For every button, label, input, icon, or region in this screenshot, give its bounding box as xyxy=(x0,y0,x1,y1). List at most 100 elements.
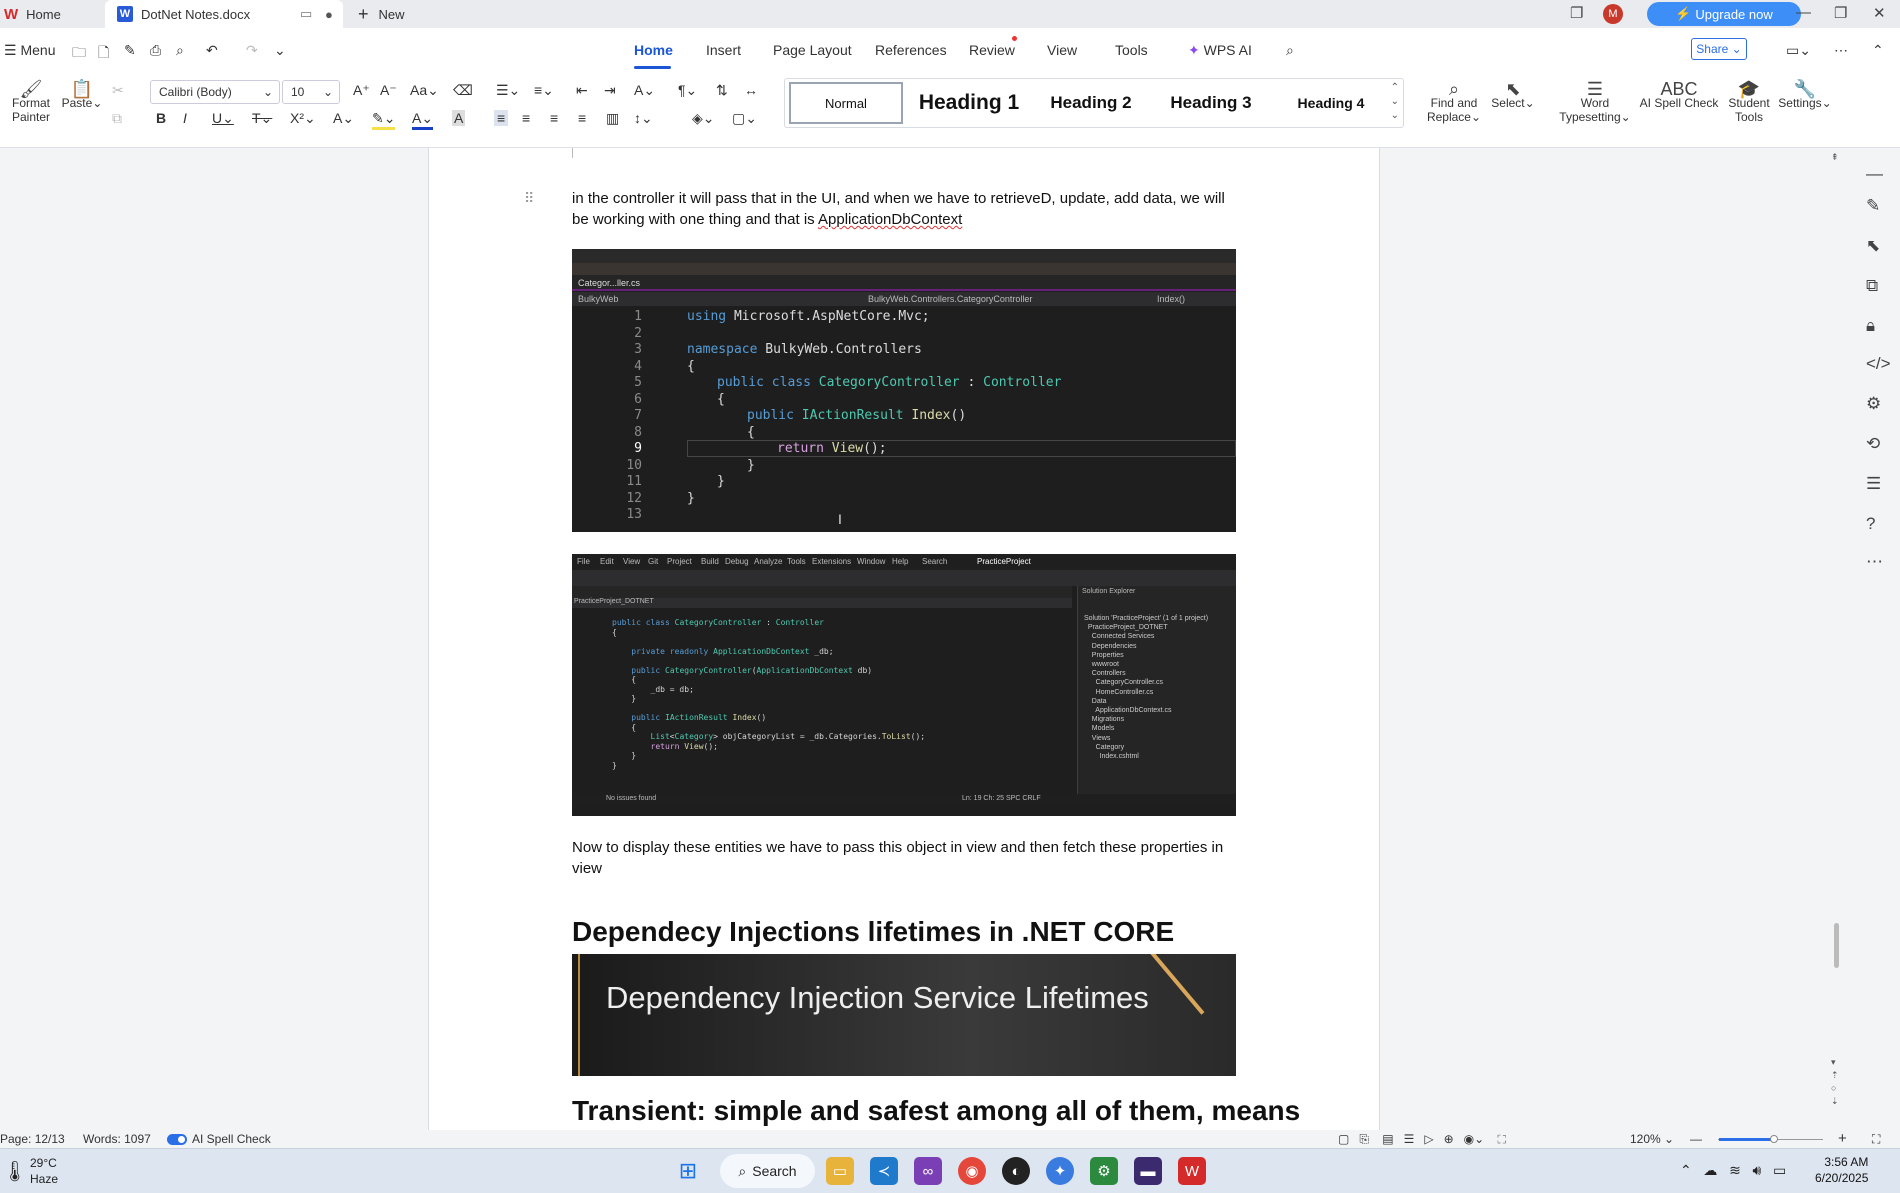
sliders-icon[interactable]: ⚙ xyxy=(1866,394,1881,414)
highlight-icon[interactable]: ✎⌄ xyxy=(372,110,396,130)
student-tools-button[interactable]: 🎓 Student Tools xyxy=(1724,80,1774,124)
tab-page-layout[interactable]: Page Layout xyxy=(773,42,852,58)
minimize-panel-icon[interactable]: — xyxy=(1866,164,1883,184)
strikethrough-icon[interactable]: T⌄ xyxy=(252,110,272,127)
character-shading-icon[interactable]: A xyxy=(452,110,466,126)
tab-new[interactable]: + New xyxy=(354,0,405,28)
help-icon[interactable]: ? xyxy=(1866,514,1875,534)
toggle-switch[interactable] xyxy=(167,1134,187,1146)
word-typesetting-button[interactable]: ☰ Word Typesetting⌄ xyxy=(1558,80,1632,124)
comment-icon[interactable]: ▭⌄ xyxy=(1786,42,1811,59)
line-spacing-icon[interactable]: ↕⌄ xyxy=(634,110,653,127)
weather-widget[interactable]: 29°C Haze xyxy=(30,1155,58,1187)
column-icon[interactable]: ▥ xyxy=(606,110,619,127)
list-icon[interactable]: ☰ xyxy=(1866,474,1881,494)
share-button[interactable]: Share ⌄ xyxy=(1691,38,1747,60)
vscode-icon[interactable]: ≺ xyxy=(870,1157,898,1185)
print-icon[interactable]: ⎙ xyxy=(150,42,161,59)
select-button[interactable]: ⬉ Select⌄ xyxy=(1490,80,1536,110)
code-icon[interactable]: </> xyxy=(1866,354,1891,374)
close-icon[interactable]: ✕ xyxy=(1873,4,1886,22)
view-icons[interactable]: ▢ ⎘ ▤ ☰ ▷ ⊕ ◉⌄ ⛶ xyxy=(1338,1132,1506,1147)
pen-icon[interactable]: ✎ xyxy=(1866,196,1880,216)
paste-button[interactable]: 📋 Paste⌄ xyxy=(60,80,104,110)
numbering-icon[interactable]: ≡⌄ xyxy=(534,82,554,99)
app-icon-4[interactable]: ▬ xyxy=(1134,1157,1162,1185)
code-screenshot-1[interactable]: Categor...ller.cs BulkyWeb BulkyWeb.Cont… xyxy=(572,249,1236,532)
style-heading-3[interactable]: Heading 3 xyxy=(1155,79,1267,127)
visual-studio-icon[interactable]: ∞ xyxy=(914,1157,942,1185)
file-icon[interactable]: 🗋 xyxy=(98,42,109,66)
vertical-scrollbar[interactable]: ⇞ ▾ ⇡ ○ ⇣ xyxy=(1831,148,1843,1118)
more-dots-icon[interactable]: ⋯ xyxy=(1866,552,1883,572)
font-family-select[interactable]: Calibri (Body) ⌄ xyxy=(150,80,280,104)
app-icon[interactable]: ◐ xyxy=(1002,1157,1030,1185)
scroll-top-icon[interactable]: ⇞ xyxy=(1831,152,1839,163)
clear-format-icon[interactable]: ⌫ xyxy=(453,82,473,99)
zoom-slider-thumb[interactable] xyxy=(1770,1135,1778,1143)
tab-references[interactable]: References xyxy=(875,42,947,58)
copy-icon[interactable]: ⧉ xyxy=(112,110,122,127)
cut-icon[interactable]: ✂ xyxy=(112,82,124,99)
styles-scroll-icon[interactable]: ⌃ ⌄ ⌄ xyxy=(1391,81,1399,123)
shrink-font-icon[interactable]: A⁻ xyxy=(380,82,397,99)
history-icon[interactable]: ⟲ xyxy=(1866,434,1880,454)
chrome-icon[interactable]: ◉ xyxy=(958,1157,986,1185)
tab-tools[interactable]: Tools xyxy=(1115,42,1148,58)
align-right-icon[interactable]: ≡ xyxy=(550,110,558,126)
clock[interactable]: 3:56 AM 6/20/2025 xyxy=(1815,1154,1868,1186)
align-center-icon[interactable]: ≡ xyxy=(522,110,530,126)
pointer-icon[interactable]: ⬉ xyxy=(1866,236,1880,256)
chinese-layout-icon[interactable]: A⌄ xyxy=(634,82,655,99)
zoom-select[interactable]: 120% ⌄ xyxy=(1630,1132,1674,1146)
change-case-icon[interactable]: Aa⌄ xyxy=(410,82,439,99)
ai-spell-check-button[interactable]: ABC AI Spell Check xyxy=(1636,80,1722,110)
undo-icon[interactable]: ↶ xyxy=(206,42,218,59)
page-indicator[interactable]: Page: 12/13 xyxy=(0,1132,65,1146)
menu-button[interactable]: ☰ Menu xyxy=(4,42,55,59)
borders-icon[interactable]: ▢⌄ xyxy=(732,110,757,127)
bold-icon[interactable]: B xyxy=(156,110,166,126)
shading-icon[interactable]: ◈⌄ xyxy=(692,110,715,127)
tab-insert[interactable]: Insert xyxy=(706,42,741,58)
justify-icon[interactable]: ≡ xyxy=(578,110,586,126)
document-page[interactable]: ⠿ in the controller it will pass that in… xyxy=(428,148,1380,1130)
italic-icon[interactable]: I xyxy=(183,110,187,126)
style-heading-2[interactable]: Heading 2 xyxy=(1035,79,1147,127)
tab-review[interactable]: Review xyxy=(969,42,1015,58)
lock-icon[interactable]: 🔒︎ xyxy=(1866,316,1875,336)
tab-home-ribbon[interactable]: Home xyxy=(634,42,673,58)
redo-icon[interactable]: ↷ xyxy=(246,42,258,59)
font-color-icon[interactable]: A⌄ xyxy=(412,110,434,130)
taskbar-search[interactable]: ⌕ Search xyxy=(720,1154,815,1188)
distribute-icon[interactable]: ↔ xyxy=(744,82,758,98)
font-size-select[interactable]: 10 ⌄ xyxy=(282,80,340,104)
underline-icon[interactable]: U⌄ xyxy=(212,110,234,127)
window-layout-icon[interactable]: ❐ xyxy=(1570,4,1583,22)
decrease-indent-icon[interactable]: ⇤ xyxy=(576,82,588,99)
text-effect-icon[interactable]: A⌄ xyxy=(333,110,354,127)
style-normal[interactable]: Normal xyxy=(789,82,903,124)
sort-icon[interactable]: ⇅ xyxy=(716,82,728,99)
increase-indent-icon[interactable]: ⇥ xyxy=(604,82,616,99)
file-explorer-icon[interactable]: ▭ xyxy=(826,1157,854,1185)
more-icon[interactable]: ⋯ xyxy=(1834,42,1848,59)
scroll-thumb[interactable] xyxy=(1834,923,1839,968)
ide-screenshot-2[interactable]: File Edit View Git Project Build Debug A… xyxy=(572,554,1236,816)
open-folder-icon[interactable]: 🗀 xyxy=(72,42,86,66)
print-preview-icon[interactable]: ⌕ xyxy=(176,42,184,59)
drag-handle-icon[interactable]: ⠿ xyxy=(524,190,534,207)
search-icon[interactable]: ⌕ xyxy=(1286,42,1294,59)
paragraph-marks-icon[interactable]: ¶⌄ xyxy=(678,82,697,99)
scroll-nav-icons[interactable]: ▾ ⇡ ○ ⇣ xyxy=(1831,1056,1839,1108)
zoom-out-icon[interactable]: — xyxy=(1690,1132,1702,1146)
windows-start-icon[interactable]: ⊞ xyxy=(674,1157,702,1185)
unsaved-dot-icon[interactable]: ● xyxy=(325,7,333,22)
grow-font-icon[interactable]: A⁺ xyxy=(353,82,370,99)
app-icon-2[interactable]: ✦ xyxy=(1046,1157,1074,1185)
restore-icon[interactable]: ❐ xyxy=(1834,4,1847,22)
minimize-icon[interactable]: — xyxy=(1796,4,1811,21)
system-tray-icons[interactable]: ⌃ ☁ ≋ 🔊︎ ▭ xyxy=(1680,1162,1786,1179)
style-heading-1[interactable]: Heading 1 xyxy=(913,79,1025,127)
ai-spell-toggle[interactable]: AI Spell Check xyxy=(167,1132,271,1146)
